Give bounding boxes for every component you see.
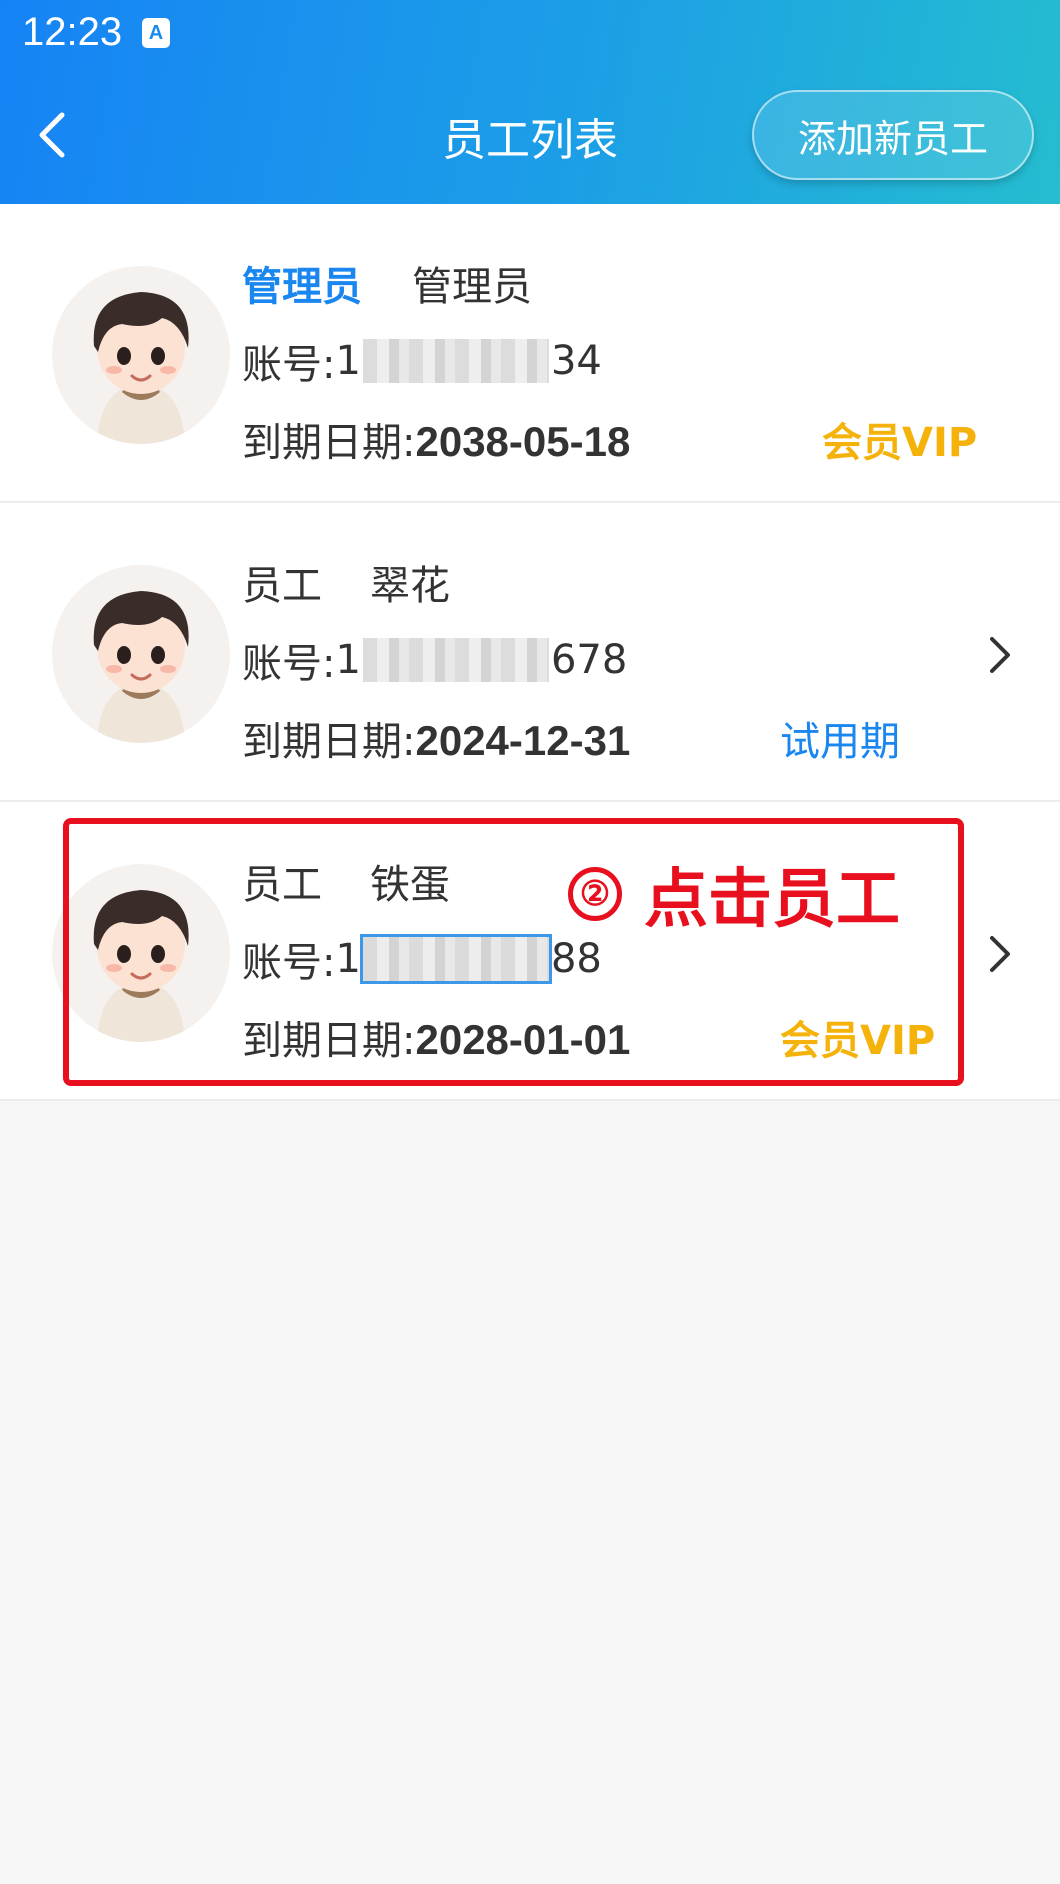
avatar xyxy=(52,266,230,444)
chevron-left-icon xyxy=(39,112,65,158)
account-line: 账号: 1 678 xyxy=(242,631,627,689)
status-badge: 试用期 xyxy=(780,719,900,765)
account-prefix: 1 xyxy=(335,936,361,982)
expiry-line: 到期日期:2038-05-18 xyxy=(242,410,630,468)
role-label: 管理员 xyxy=(242,264,362,310)
account-suffix: 34 xyxy=(550,338,602,384)
role-label: 员工 xyxy=(242,862,322,908)
role-label: 员工 xyxy=(242,563,322,609)
page-title: 员工列表 xyxy=(442,115,618,166)
expiry-label: 到期日期: xyxy=(242,420,416,466)
app-notification-icon: A xyxy=(142,18,170,48)
expiry-line: 到期日期:2028-01-01 xyxy=(242,1008,630,1066)
row-chevron[interactable] xyxy=(980,625,1020,685)
expiry-date: 2028-01-01 xyxy=(415,1016,631,1063)
row-chevron[interactable] xyxy=(980,924,1020,984)
account-label: 账号: xyxy=(242,940,336,986)
expiry-label: 到期日期: xyxy=(242,1018,416,1064)
employee-row-cuihua[interactable]: 员工 翠花 账号: 1 678 到期日期:2024-12-31 试用期 xyxy=(0,503,1060,802)
employee-row-tiedan[interactable]: 员工 铁蛋 账号: 1 88 到期日期:2028-01-01 会员VIP xyxy=(0,802,1060,1101)
account-line: 账号: 1 34 xyxy=(242,332,602,390)
annotation-text: 点击员工 xyxy=(644,863,900,937)
employee-list: 管理员 管理员 账号: 1 34 到期日期:2038-05-18 会员VIP 员… xyxy=(0,204,1060,1101)
account-line: 账号: 1 88 xyxy=(242,930,602,988)
chevron-right-icon xyxy=(990,637,1010,673)
account-label: 账号: xyxy=(242,641,336,687)
account-label: 账号: xyxy=(242,342,336,388)
expiry-line: 到期日期:2024-12-31 xyxy=(242,709,630,767)
account-prefix: 1 xyxy=(335,338,361,384)
expiry-label: 到期日期: xyxy=(242,719,416,765)
expiry-date: 2024-12-31 xyxy=(415,717,631,764)
employee-name: 翠花 xyxy=(370,563,450,609)
step-number-badge: ② xyxy=(568,867,622,921)
avatar xyxy=(52,864,230,1042)
employee-name: 铁蛋 xyxy=(370,862,450,908)
expiry-date: 2038-05-18 xyxy=(415,418,631,465)
avatar xyxy=(52,565,230,743)
employee-row-admin[interactable]: 管理员 管理员 账号: 1 34 到期日期:2038-05-18 会员VIP xyxy=(0,204,1060,503)
masked-account-number xyxy=(359,934,552,984)
masked-account-number xyxy=(362,339,549,383)
account-prefix: 1 xyxy=(335,637,361,683)
masked-account-number xyxy=(362,638,549,682)
annotation-callout: ② 点击员工 xyxy=(568,848,900,940)
account-suffix: 678 xyxy=(550,637,628,683)
employee-name: 管理员 xyxy=(412,264,532,310)
back-button[interactable] xyxy=(30,105,78,165)
app-header: 12:23 A 员工列表 添加新员工 xyxy=(0,0,1060,204)
status-badge: 会员VIP xyxy=(822,420,978,466)
add-employee-button[interactable]: 添加新员工 xyxy=(752,90,1034,180)
status-time: 12:23 xyxy=(22,10,123,54)
status-badge: 会员VIP xyxy=(780,1018,936,1064)
account-suffix: 88 xyxy=(550,936,602,982)
chevron-right-icon xyxy=(990,936,1010,972)
